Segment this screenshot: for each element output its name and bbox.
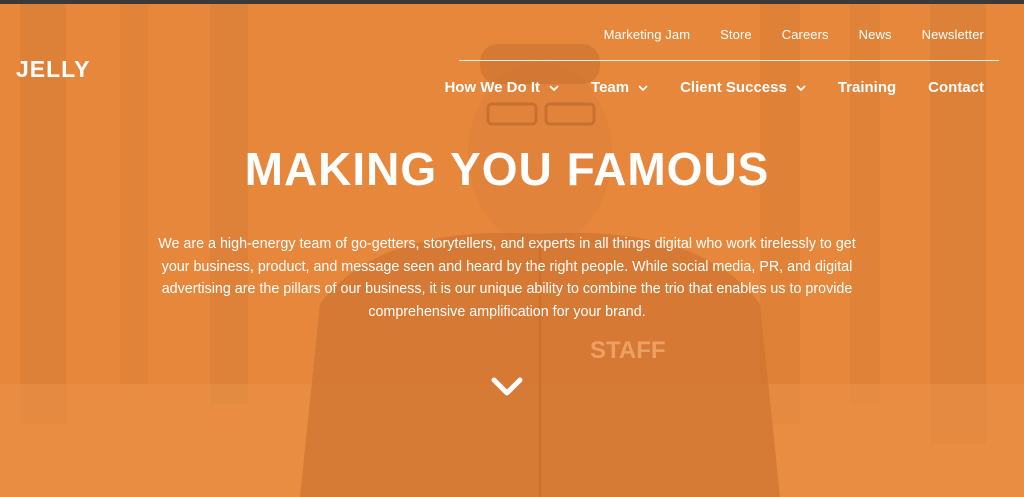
chevron-down-icon [638,85,648,92]
svg-text:STAFF: STAFF [590,337,666,364]
chevron-down-icon [549,85,559,92]
nav-store[interactable]: Store [705,26,767,44]
nav-how-we-do-it[interactable]: How We Do It [428,78,575,98]
jelly-logo[interactable]: JELLY [16,56,110,80]
shirt-print: STAFF [590,337,666,364]
scroll-down-chevron-icon[interactable] [490,374,524,400]
nav-team-label: Team [591,79,630,96]
nav-news[interactable]: News [844,26,907,44]
nav-marketing-jam[interactable]: Marketing Jam [589,26,706,44]
main-nav: How We Do It Team Client Success Trainin… [428,78,984,98]
hero-page: STAFF JELLY Marketing Jam Store Careers … [0,0,1024,497]
hero-title: MAKING YOU FAMOUS [244,143,770,195]
hero-description: We are a high-energy team of go-getters,… [158,236,856,320]
nav-training-label: Training [837,79,897,96]
chevron-down-icon [796,85,806,92]
nav-training[interactable]: Training [822,78,912,98]
nav-careers[interactable]: Careers [767,26,844,44]
nav-contact[interactable]: Contact [912,78,984,98]
nav-newsletter[interactable]: Newsletter [907,26,984,44]
nav-how-we-do-it-label: How We Do It [444,79,541,96]
nav-client-success-label: Client Success [680,79,787,96]
nav-client-success[interactable]: Client Success [664,78,822,98]
nav-team[interactable]: Team [575,78,664,98]
top-secondary-nav: Marketing Jam Store Careers News Newslet… [589,26,984,44]
nav-contact-label: Contact [928,79,984,96]
nav-divider [459,60,999,61]
svg-text:JELLY: JELLY [16,56,90,80]
